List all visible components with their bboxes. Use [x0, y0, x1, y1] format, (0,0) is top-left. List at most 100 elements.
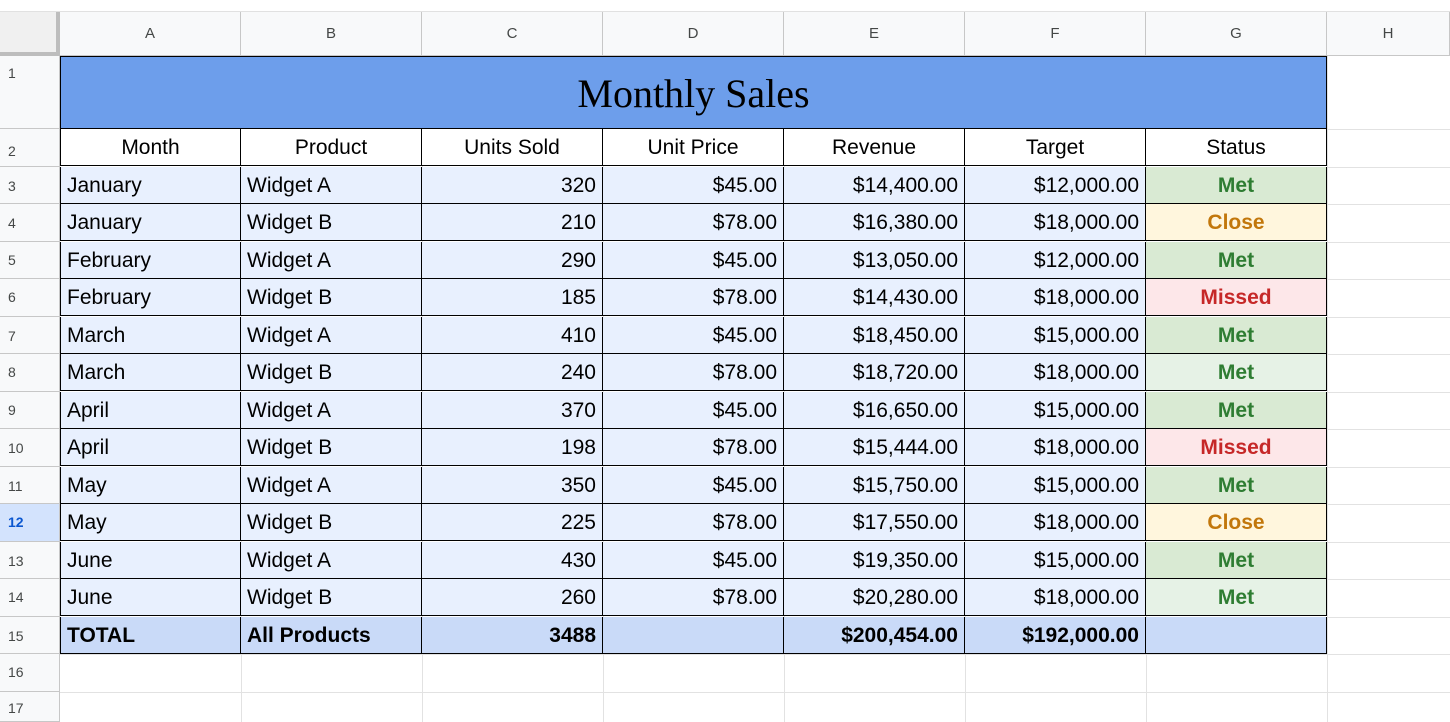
cell-price[interactable]: $45.00 [603, 167, 784, 204]
total-cell-revenue[interactable]: $200,454.00 [784, 617, 965, 654]
sheet-title[interactable]: Monthly Sales [60, 56, 1327, 129]
cell-product[interactable]: Widget B [241, 429, 422, 466]
column-header-h[interactable]: H [1327, 12, 1450, 56]
cell-revenue[interactable]: $13,050.00 [784, 242, 965, 279]
header-cell-status[interactable]: Status [1146, 129, 1327, 166]
cell-price[interactable]: $78.00 [603, 579, 784, 616]
cell-revenue[interactable]: $16,650.00 [784, 392, 965, 429]
cell-units[interactable]: 198 [422, 429, 603, 466]
row-header-16[interactable]: 16 [0, 654, 60, 692]
cell-month[interactable]: June [60, 542, 241, 579]
column-header-e[interactable]: E [784, 12, 965, 56]
cell-month[interactable]: January [60, 167, 241, 204]
row-header-14[interactable]: 14 [0, 579, 60, 617]
cell-status[interactable]: Met [1146, 242, 1327, 279]
cell-month[interactable]: May [60, 467, 241, 504]
cell-revenue[interactable]: $14,400.00 [784, 167, 965, 204]
cell-revenue[interactable]: $15,444.00 [784, 429, 965, 466]
cell-product[interactable]: Widget A [241, 167, 422, 204]
row-header-10[interactable]: 10 [0, 429, 60, 467]
cell-target[interactable]: $18,000.00 [965, 504, 1146, 541]
header-cell-target[interactable]: Target [965, 129, 1146, 166]
cell-price[interactable]: $45.00 [603, 392, 784, 429]
cell-status[interactable]: Met [1146, 167, 1327, 204]
cell-product[interactable]: Widget A [241, 392, 422, 429]
cell-units[interactable]: 410 [422, 317, 603, 354]
cell-month[interactable]: March [60, 317, 241, 354]
cell-revenue[interactable]: $19,350.00 [784, 542, 965, 579]
cell-units[interactable]: 210 [422, 204, 603, 241]
cell-month[interactable]: March [60, 354, 241, 391]
cell-product[interactable]: Widget A [241, 242, 422, 279]
total-cell-product[interactable]: All Products [241, 617, 422, 654]
cell-product[interactable]: Widget B [241, 504, 422, 541]
total-cell-status[interactable] [1146, 617, 1327, 654]
cell-status[interactable]: Met [1146, 392, 1327, 429]
header-cell-units[interactable]: Units Sold [422, 129, 603, 166]
cell-revenue[interactable]: $15,750.00 [784, 467, 965, 504]
cell-revenue[interactable]: $20,280.00 [784, 579, 965, 616]
cell-target[interactable]: $12,000.00 [965, 167, 1146, 204]
row-header-3[interactable]: 3 [0, 167, 60, 204]
cell-revenue[interactable]: $14,430.00 [784, 279, 965, 316]
header-cell-month[interactable]: Month [60, 129, 241, 166]
row-header-13[interactable]: 13 [0, 542, 60, 579]
cell-units[interactable]: 430 [422, 542, 603, 579]
cell-price[interactable]: $78.00 [603, 504, 784, 541]
cell-target[interactable]: $15,000.00 [965, 317, 1146, 354]
cell-status[interactable]: Close [1146, 204, 1327, 241]
row-header-4[interactable]: 4 [0, 204, 60, 242]
cell-units[interactable]: 260 [422, 579, 603, 616]
column-header-c[interactable]: C [422, 12, 603, 56]
total-cell-units[interactable]: 3488 [422, 617, 603, 654]
row-header-9[interactable]: 9 [0, 392, 60, 429]
cell-product[interactable]: Widget A [241, 467, 422, 504]
select-all-corner[interactable] [0, 12, 60, 56]
cell-units[interactable]: 370 [422, 392, 603, 429]
cell-product[interactable]: Widget A [241, 542, 422, 579]
total-cell-month[interactable]: TOTAL [60, 617, 241, 654]
row-header-11[interactable]: 11 [0, 467, 60, 504]
cell-target[interactable]: $18,000.00 [965, 279, 1146, 316]
cell-month[interactable]: April [60, 392, 241, 429]
cell-status[interactable]: Missed [1146, 429, 1327, 466]
cell-price[interactable]: $78.00 [603, 354, 784, 391]
total-cell-price[interactable] [603, 617, 784, 654]
row-header-5[interactable]: 5 [0, 242, 60, 279]
cell-price[interactable]: $45.00 [603, 317, 784, 354]
row-header-17[interactable]: 17 [0, 692, 60, 722]
cell-units[interactable]: 225 [422, 504, 603, 541]
cell-units[interactable]: 320 [422, 167, 603, 204]
cell-status[interactable]: Met [1146, 317, 1327, 354]
cell-revenue[interactable]: $18,720.00 [784, 354, 965, 391]
column-header-f[interactable]: F [965, 12, 1146, 56]
row-header-7[interactable]: 7 [0, 317, 60, 354]
cell-target[interactable]: $18,000.00 [965, 579, 1146, 616]
row-header-6[interactable]: 6 [0, 279, 60, 317]
cell-product[interactable]: Widget A [241, 317, 422, 354]
cell-revenue[interactable]: $16,380.00 [784, 204, 965, 241]
cell-price[interactable]: $45.00 [603, 542, 784, 579]
cell-status[interactable]: Met [1146, 467, 1327, 504]
cell-units[interactable]: 290 [422, 242, 603, 279]
column-header-g[interactable]: G [1146, 12, 1327, 56]
row-header-12[interactable]: 12 [0, 504, 60, 542]
cell-units[interactable]: 240 [422, 354, 603, 391]
cell-month[interactable]: January [60, 204, 241, 241]
column-header-b[interactable]: B [241, 12, 422, 56]
cell-target[interactable]: $15,000.00 [965, 467, 1146, 504]
cell-month[interactable]: June [60, 579, 241, 616]
cell-target[interactable]: $12,000.00 [965, 242, 1146, 279]
cell-status[interactable]: Missed [1146, 279, 1327, 316]
cell-month[interactable]: May [60, 504, 241, 541]
cell-target[interactable]: $15,000.00 [965, 542, 1146, 579]
row-header-15[interactable]: 15 [0, 617, 60, 654]
header-cell-product[interactable]: Product [241, 129, 422, 166]
cell-price[interactable]: $78.00 [603, 429, 784, 466]
cell-status[interactable]: Met [1146, 542, 1327, 579]
cell-status[interactable]: Met [1146, 354, 1327, 391]
cell-price[interactable]: $45.00 [603, 242, 784, 279]
cell-price[interactable]: $45.00 [603, 467, 784, 504]
header-cell-price[interactable]: Unit Price [603, 129, 784, 166]
row-header-8[interactable]: 8 [0, 354, 60, 392]
